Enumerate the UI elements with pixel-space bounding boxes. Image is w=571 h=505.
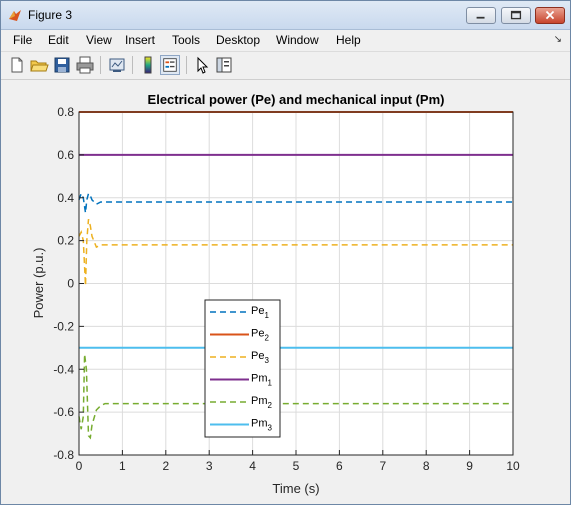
legend-box bbox=[204, 299, 281, 438]
window-title: Figure 3 bbox=[28, 8, 73, 22]
show-plot-tools-icon[interactable] bbox=[214, 55, 234, 75]
x-tick-label: 3 bbox=[206, 459, 213, 473]
y-tick-label: -0.8 bbox=[53, 448, 74, 462]
menu-insert[interactable]: Insert bbox=[125, 33, 155, 47]
menu-tools[interactable]: Tools bbox=[172, 33, 200, 47]
menu-file[interactable]: File bbox=[13, 33, 32, 47]
y-tick-label: 0.4 bbox=[57, 191, 74, 205]
y-tick-label: -0.2 bbox=[53, 319, 74, 333]
y-axis-label: Power (p.u.) bbox=[31, 248, 46, 319]
insert-legend-icon bbox=[163, 58, 177, 72]
close-icon bbox=[545, 10, 555, 20]
x-tick-label: 2 bbox=[162, 459, 169, 473]
y-tick-label: -0.4 bbox=[53, 362, 74, 376]
toolbar-separator bbox=[132, 56, 133, 74]
toolbar-separator bbox=[100, 56, 101, 74]
menu-window[interactable]: Window bbox=[276, 33, 319, 47]
toolbar-separator bbox=[186, 56, 187, 74]
x-tick-label: 6 bbox=[336, 459, 343, 473]
menu-edit[interactable]: Edit bbox=[48, 33, 69, 47]
x-tick-label: 8 bbox=[423, 459, 430, 473]
dock-figure-icon[interactable]: ↘ bbox=[554, 34, 562, 45]
menu-help[interactable]: Help bbox=[336, 33, 361, 47]
figure-window: Figure 3 File Edit View Insert Tools Des… bbox=[0, 0, 571, 505]
matlab-icon bbox=[9, 10, 21, 21]
title-bar[interactable]: Figure 3 bbox=[1, 1, 570, 30]
x-tick-label: 10 bbox=[506, 459, 520, 473]
insert-legend-button[interactable] bbox=[160, 55, 180, 75]
chart-title: Electrical power (Pe) and mechanical inp… bbox=[148, 92, 445, 107]
close-button[interactable] bbox=[535, 7, 565, 24]
line-chart: 0 1 2 3 4 5 6 7 8 9 10 0.8 0.6 0.4 0.2 0 -0.2 -0.4 -0.6 -0.… bbox=[31, 92, 520, 496]
menu-view[interactable]: View bbox=[86, 33, 112, 47]
y-tick-label: 0.2 bbox=[57, 234, 74, 248]
maximize-icon bbox=[510, 10, 522, 20]
legend[interactable]: Pe1Pe2Pe3Pm1Pm2Pm3 bbox=[204, 299, 281, 438]
new-figure-icon[interactable] bbox=[7, 55, 27, 75]
figure-toolbar bbox=[1, 52, 570, 80]
y-tick-label: 0 bbox=[67, 277, 74, 291]
figure-canvas: 0 1 2 3 4 5 6 7 8 9 10 0.8 0.6 0.4 0.2 0 -0.2 -0.4 -0.6 -0.… bbox=[2, 80, 569, 503]
insert-colorbar-icon[interactable] bbox=[138, 55, 158, 75]
menu-bar: File Edit View Insert Tools Desktop Wind… bbox=[1, 30, 570, 52]
link-plot-icon[interactable] bbox=[107, 55, 127, 75]
x-tick-label: 4 bbox=[249, 459, 256, 473]
x-tick-label: 1 bbox=[119, 459, 126, 473]
x-tick-label: 0 bbox=[76, 459, 83, 473]
open-file-icon[interactable] bbox=[29, 55, 49, 75]
menu-desktop[interactable]: Desktop bbox=[216, 33, 260, 47]
minimize-icon bbox=[476, 16, 485, 19]
print-icon[interactable] bbox=[75, 55, 95, 75]
save-icon[interactable] bbox=[52, 55, 72, 75]
x-tick-label: 7 bbox=[379, 459, 386, 473]
minimize-button[interactable] bbox=[466, 7, 496, 24]
y-tick-label: -0.6 bbox=[53, 405, 74, 419]
maximize-button[interactable] bbox=[501, 7, 531, 24]
x-axis-label: Time (s) bbox=[272, 481, 319, 496]
x-tick-label: 5 bbox=[293, 459, 300, 473]
y-tick-label: 0.8 bbox=[57, 105, 74, 119]
y-tick-label: 0.6 bbox=[57, 148, 74, 162]
x-tick-label: 9 bbox=[466, 459, 473, 473]
edit-plot-arrow-icon[interactable] bbox=[192, 55, 212, 75]
